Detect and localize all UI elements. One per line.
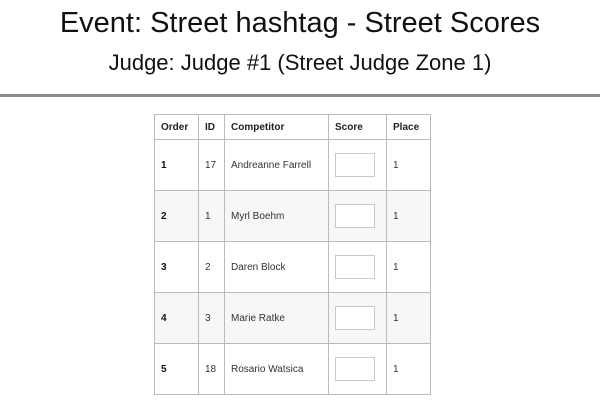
order-cell: 5 [154,343,199,395]
score-input[interactable] [335,255,375,279]
place-cell: 1 [386,139,431,191]
competitor-cell: Rosario Watsica [224,343,329,395]
id-cell: 17 [198,139,225,191]
id-cell: 18 [198,343,225,395]
order-cell: 4 [154,292,199,344]
competitor-cell: Marie Ratke [224,292,329,344]
score-cell [328,139,387,191]
judge-title: Judge: Judge #1 (Street Judge Zone 1) [108,50,492,75]
header-divider [0,94,600,97]
id-cell: 2 [198,241,225,293]
place-cell: 1 [386,241,431,293]
place-cell: 1 [386,292,431,344]
column-header-order: Order [154,114,199,140]
order-cell: 2 [154,190,199,242]
score-cell [328,241,387,293]
table-row: 1 17 Andreanne Farrell 1 [154,139,431,191]
score-input[interactable] [335,204,375,228]
column-header-id: ID [198,114,225,140]
score-input[interactable] [335,306,375,330]
page: Event: Street hashtag - Street Scores Ju… [0,0,600,403]
score-cell [328,343,387,395]
table-row: 5 18 Rosario Watsica 1 [154,343,431,395]
table-row: 3 2 Daren Block 1 [154,241,431,293]
competitor-cell: Andreanne Farrell [224,139,329,191]
scores-table: Order ID Competitor Score Place 1 17 And… [154,114,431,395]
place-cell: 1 [386,343,431,395]
place-cell: 1 [386,190,431,242]
table-row: 4 3 Marie Ratke 1 [154,292,431,344]
order-cell: 1 [154,139,199,191]
score-input[interactable] [335,357,375,381]
score-cell [328,292,387,344]
column-header-competitor: Competitor [224,114,329,140]
table-header-row: Order ID Competitor Score Place [154,114,431,140]
column-header-place: Place [386,114,431,140]
score-input[interactable] [335,153,375,177]
column-header-score: Score [328,114,387,140]
id-cell: 3 [198,292,225,344]
table-row: 2 1 Myrl Boehm 1 [154,190,431,242]
competitor-cell: Myrl Boehm [224,190,329,242]
competitor-cell: Daren Block [224,241,329,293]
page-header: Event: Street hashtag - Street Scores Ju… [0,0,600,96]
score-cell [328,190,387,242]
order-cell: 3 [154,241,199,293]
event-title: Event: Street hashtag - Street Scores [59,7,541,39]
id-cell: 1 [198,190,225,242]
